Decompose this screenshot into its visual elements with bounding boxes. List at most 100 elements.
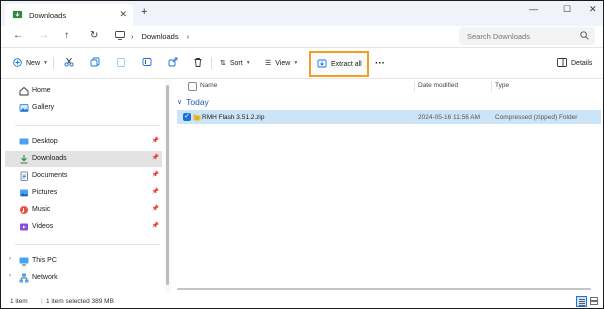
details-pane-button[interactable]: Details xyxy=(557,54,592,72)
monitor-icon xyxy=(115,30,125,42)
chevron-down-icon: ▼ xyxy=(245,60,251,66)
column-header-name[interactable]: Name xyxy=(200,82,217,89)
group-header-today[interactable]: ∨ Today xyxy=(177,97,209,107)
column-divider[interactable] xyxy=(491,81,492,92)
view-button[interactable]: ☰ View ▼ xyxy=(265,54,298,72)
chevron-down-icon: ▼ xyxy=(293,60,299,66)
up-arrow-icon[interactable]: ↑ xyxy=(64,30,69,41)
pin-icon: 📌 xyxy=(151,138,159,144)
rename-icon xyxy=(142,57,152,69)
scrollbar-thumb[interactable] xyxy=(177,288,591,290)
chevron-right-icon[interactable]: › xyxy=(9,273,11,279)
copy-button[interactable] xyxy=(90,54,100,72)
tab-title: Downloads xyxy=(29,10,67,20)
pin-icon: 📌 xyxy=(151,172,159,178)
more-options-button[interactable]: ··· xyxy=(375,54,385,72)
music-icon xyxy=(19,205,29,217)
tiles-view-button[interactable] xyxy=(589,296,599,306)
minimize-button[interactable]: — xyxy=(529,4,538,14)
new-tab-button[interactable]: + xyxy=(141,6,147,18)
paste-button[interactable] xyxy=(116,54,126,72)
sidebar-item-this-pc[interactable]: › This PC xyxy=(5,253,162,269)
extract-all-button[interactable]: Extract all xyxy=(309,51,369,77)
column-header-type[interactable]: Type xyxy=(495,82,509,89)
sort-label: Sort xyxy=(229,59,243,67)
address-bar: ← → ↑ ↻ › Downloads › xyxy=(1,26,603,48)
pictures-icon xyxy=(19,188,29,200)
scissors-icon xyxy=(64,57,74,69)
chevron-right-icon[interactable]: › xyxy=(9,256,11,262)
column-header-date[interactable]: Date modified xyxy=(418,82,458,89)
rename-button[interactable] xyxy=(142,54,152,72)
chevron-right-icon[interactable]: › xyxy=(187,32,190,41)
tiles-view-icon xyxy=(590,297,598,305)
sidebar-item-desktop[interactable]: Desktop 📌 xyxy=(5,134,162,150)
refresh-icon[interactable]: ↻ xyxy=(90,30,98,41)
download-icon xyxy=(19,154,29,166)
pin-icon: 📌 xyxy=(151,223,159,229)
zip-folder-icon xyxy=(193,113,201,123)
home-icon xyxy=(19,86,29,98)
file-name[interactable]: RMH Flash 3.51.2.zip xyxy=(202,114,265,121)
back-arrow-icon[interactable]: ← xyxy=(13,30,23,41)
sidebar-item-music[interactable]: Music 📌 xyxy=(5,202,162,218)
sidebar-item-label: Music xyxy=(32,205,51,213)
search-box[interactable] xyxy=(459,27,595,45)
file-type: Compressed (zipped) Folder xyxy=(495,113,578,121)
sort-button[interactable]: ⇅ Sort ▼ xyxy=(220,54,251,72)
toolbar-divider xyxy=(211,57,212,69)
forward-arrow-icon[interactable]: → xyxy=(39,30,49,41)
delete-button[interactable] xyxy=(193,54,203,72)
pin-icon: 📌 xyxy=(151,155,159,161)
sidebar-scrollbar[interactable] xyxy=(165,79,171,293)
sidebar-item-videos[interactable]: Videos 📌 xyxy=(5,219,162,235)
horizontal-scrollbar[interactable] xyxy=(177,287,591,291)
title-bar: Downloads ✕ + — ☐ ✕ xyxy=(1,1,603,26)
table-row[interactable]: ✓ RMH Flash 3.51.2.zip 2024-05-16 11:56 … xyxy=(177,110,601,124)
extract-all-label: Extract all xyxy=(331,60,362,68)
sidebar-item-label: Videos xyxy=(32,222,54,230)
details-view-button[interactable] xyxy=(576,296,587,307)
sidebar-item-downloads[interactable]: Downloads 📌 xyxy=(5,151,162,167)
sidebar-item-network[interactable]: › Network xyxy=(5,270,162,286)
search-input[interactable] xyxy=(465,30,577,42)
new-button[interactable]: New ▼ xyxy=(13,54,48,72)
sidebar-item-label: This PC xyxy=(32,256,57,264)
file-list: Name Date modified Type ∨ Today ✓ RMH Fl… xyxy=(173,79,603,293)
chevron-right-icon[interactable]: › xyxy=(131,32,134,41)
pin-icon: 📌 xyxy=(151,206,159,212)
select-all-checkbox[interactable] xyxy=(188,82,197,91)
network-icon xyxy=(19,273,29,285)
sidebar-item-label: Pictures xyxy=(32,188,58,196)
share-button[interactable] xyxy=(168,54,178,72)
extract-icon xyxy=(317,58,327,70)
maximize-button[interactable]: ☐ xyxy=(563,4,571,15)
videos-icon xyxy=(19,222,29,234)
sidebar-item-label: Downloads xyxy=(32,154,67,162)
download-folder-icon xyxy=(12,9,23,22)
sidebar-item-documents[interactable]: Documents 📌 xyxy=(5,168,162,184)
plus-circle-icon xyxy=(13,57,22,69)
sidebar-item-pictures[interactable]: Pictures 📌 xyxy=(5,185,162,201)
scrollbar-thumb[interactable] xyxy=(166,85,169,285)
search-icon[interactable] xyxy=(580,31,589,42)
cut-button[interactable] xyxy=(64,54,74,72)
toolbar-divider xyxy=(53,57,54,69)
sidebar-item-home[interactable]: Home xyxy=(5,83,162,99)
sidebar-item-gallery[interactable]: Gallery xyxy=(5,100,162,116)
breadcrumb[interactable]: › Downloads › xyxy=(109,27,451,45)
command-bar: New ▼ ⇅ Sort ▼ ☰ View ▼ Extract all ··· … xyxy=(1,48,603,79)
tab-close-icon[interactable]: ✕ xyxy=(119,9,127,20)
desktop-icon xyxy=(19,137,29,149)
column-divider[interactable] xyxy=(414,81,415,92)
breadcrumb-item-downloads[interactable]: Downloads xyxy=(142,32,179,41)
row-checkbox[interactable]: ✓ xyxy=(183,113,191,121)
close-window-button[interactable]: ✕ xyxy=(589,4,597,15)
sidebar-divider xyxy=(15,125,160,126)
tab-downloads[interactable]: Downloads ✕ xyxy=(5,4,133,26)
sidebar-divider xyxy=(15,244,160,245)
trash-icon xyxy=(193,57,203,69)
status-bar: 1 item | 1 item selected 389 MB xyxy=(1,294,603,308)
paste-icon xyxy=(116,57,126,69)
list-view-icon xyxy=(578,298,585,306)
